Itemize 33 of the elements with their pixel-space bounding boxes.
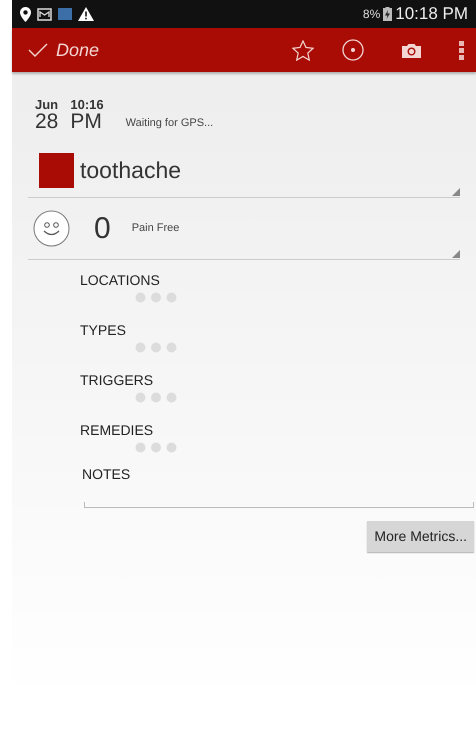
location-pin-icon [20, 6, 31, 22]
time-ampm: PM [70, 111, 103, 132]
more-metrics-button[interactable]: More Metrics... [367, 521, 474, 552]
section-heading: TRIGGERS [80, 371, 154, 390]
star-icon[interactable] [292, 40, 314, 60]
warning-icon [78, 7, 94, 21]
pain-spinner[interactable]: 0 Pain Free [28, 210, 460, 260]
done-button[interactable]: Done [28, 36, 100, 64]
section-heading: LOCATIONS [80, 271, 161, 290]
loading-dots-icon [135, 392, 177, 403]
loading-dots-icon [135, 442, 177, 453]
loading-dots-icon [135, 292, 177, 303]
gps-status: Waiting for GPS... [126, 116, 214, 130]
section-heading: TYPES [80, 321, 127, 340]
mail-icon [37, 8, 52, 20]
check-icon [28, 43, 48, 57]
camera-icon[interactable] [402, 42, 421, 58]
date-month: Jun [35, 98, 58, 111]
battery-icon [383, 7, 392, 21]
smiley-icon [33, 210, 70, 247]
notes-field[interactable] [84, 502, 474, 508]
date-day: 28 [35, 111, 58, 132]
spinner-corner-icon [452, 250, 460, 258]
spinner-corner-icon [452, 188, 460, 196]
section-heading: NOTES [82, 465, 132, 484]
loading-dots-icon [135, 342, 177, 353]
overflow-menu-icon[interactable] [459, 40, 464, 60]
status-time: 10:18 PM [395, 3, 468, 26]
section-heading: REMEDIES [80, 421, 154, 440]
condition-spinner[interactable]: toothache [28, 153, 460, 198]
battery-percent: 8% [362, 6, 380, 23]
target-icon[interactable] [342, 39, 364, 61]
time-value: 10:16 [70, 98, 104, 111]
